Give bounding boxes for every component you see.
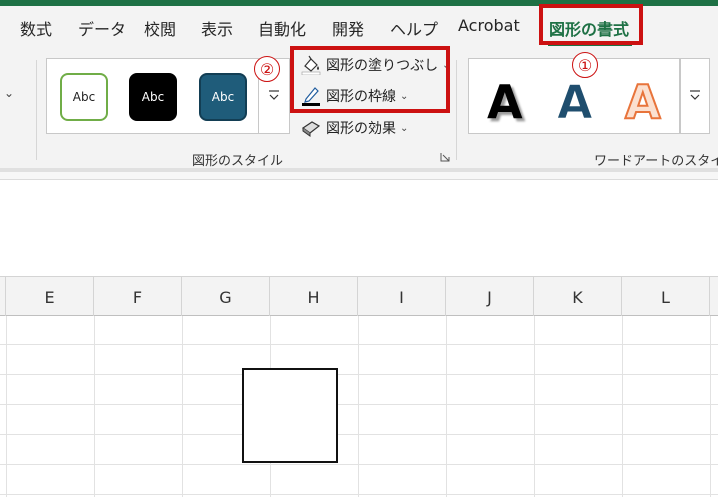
column-gridline (6, 316, 7, 497)
cell-grid[interactable] (0, 316, 718, 497)
highlight-box-fill-outline (290, 46, 450, 113)
column-header[interactable]: H (270, 277, 358, 317)
column-header[interactable]: G (182, 277, 270, 317)
annotation-badge-2: ② (254, 56, 280, 82)
gallery-more-icon (268, 89, 280, 106)
column-header[interactable]: L (622, 277, 710, 317)
wordart-style-swatch[interactable]: A (557, 75, 594, 130)
column-gridline (710, 316, 711, 497)
shape-styles-group-label: 図形のスタイル (192, 154, 284, 169)
column-header[interactable]: I (358, 277, 446, 317)
row-gridline (0, 494, 718, 495)
column-gridline (446, 316, 447, 497)
chevron-down-icon[interactable]: ⌄ (4, 86, 14, 100)
sheet-top-area (0, 181, 718, 276)
tab-review[interactable]: 校閲 (144, 16, 176, 40)
wordart-more-button[interactable] (680, 58, 710, 134)
shape-style-swatch[interactable]: Abc (60, 73, 108, 121)
tab-view[interactable]: 表示 (201, 16, 233, 40)
tab-formulas[interactable]: 数式 (20, 16, 52, 40)
row-gridline (0, 344, 718, 345)
shape-effects-label: 図形の効果 (326, 121, 396, 137)
chevron-down-icon: ⌄ (400, 122, 409, 134)
rectangle-shape[interactable] (242, 368, 338, 463)
highlight-box-shape-format-tab (539, 4, 643, 45)
group-separator (456, 60, 457, 160)
row-gridline (0, 434, 718, 435)
tab-acrobat[interactable]: Acrobat (458, 16, 520, 35)
row-gridline (0, 404, 718, 405)
shape-style-swatch[interactable]: Abc (199, 73, 247, 121)
dialog-launcher-icon[interactable] (440, 152, 450, 165)
column-header[interactable]: K (534, 277, 622, 317)
shape-style-swatch[interactable]: Abc (129, 73, 177, 121)
column-gridline (358, 316, 359, 497)
group-separator (36, 60, 37, 160)
wordart-style-swatch[interactable]: A (487, 75, 523, 129)
tab-automate[interactable]: 自動化 (258, 16, 306, 40)
column-header[interactable]: E (6, 277, 94, 317)
row-gridline (0, 374, 718, 375)
row-gridline (0, 464, 718, 465)
column-header-row: E F G H I J K L (0, 276, 718, 317)
tab-data[interactable]: データ (78, 16, 126, 40)
ribbon-shadow (0, 172, 718, 180)
column-header[interactable]: F (94, 277, 182, 317)
tab-developer[interactable]: 開発 (332, 16, 364, 40)
column-header[interactable]: J (446, 277, 534, 317)
shape-effects-icon (300, 118, 322, 138)
wordart-group-label: ワードアートのスタイル (594, 154, 718, 169)
column-gridline (622, 316, 623, 497)
column-gridline (182, 316, 183, 497)
wordart-style-swatch[interactable]: A (624, 74, 662, 130)
shape-effects-button[interactable]: 図形の効果 ⌄ (300, 117, 408, 139)
column-gridline (534, 316, 535, 497)
annotation-badge-1: ① (572, 52, 598, 78)
gallery-more-icon (689, 89, 701, 106)
column-gridline (94, 316, 95, 497)
tab-help[interactable]: ヘルプ (390, 16, 438, 40)
